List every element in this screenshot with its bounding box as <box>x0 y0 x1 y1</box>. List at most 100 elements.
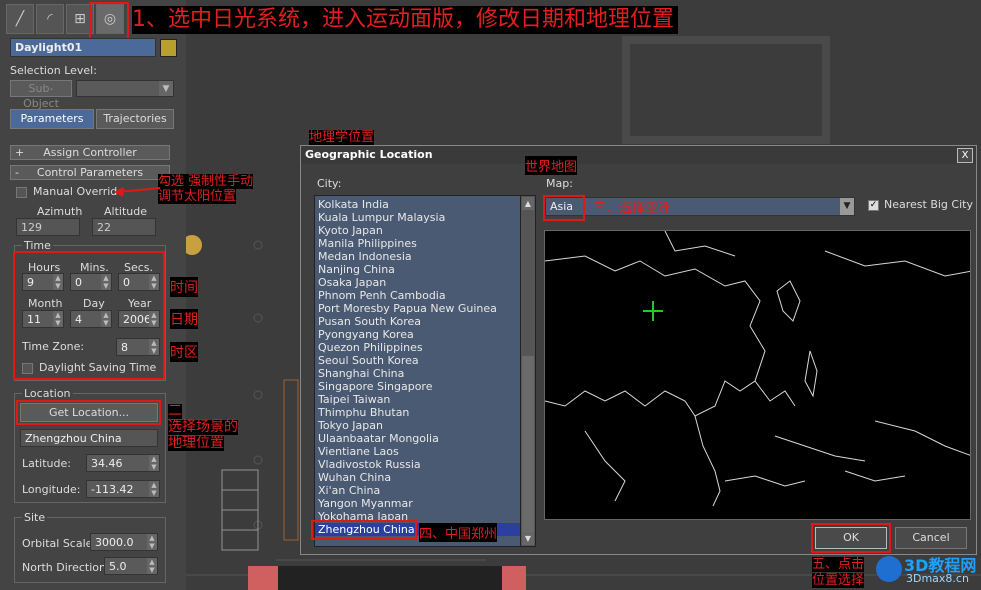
create-icon[interactable]: ╱ <box>6 4 34 34</box>
city-rows: Kolkata India Kuala Lumpur Malaysia Kyoto … <box>315 196 520 536</box>
sub-object-dropdown[interactable]: ▼ <box>76 80 174 97</box>
orbital-scale-spinner[interactable]: 3000.0 ▲ ▼ <box>90 533 158 551</box>
map-label: Map: <box>546 177 573 190</box>
annotation-date: 日期 <box>170 309 198 329</box>
annotation-step2-1: 二 <box>168 403 182 419</box>
spinner-arrows-icon[interactable]: ▲ ▼ <box>147 534 157 550</box>
watermark: 3D教程网 3Dmax8.cn <box>876 552 976 588</box>
city-list-item[interactable]: Kyoto Japan <box>315 224 520 237</box>
latitude-spinner[interactable]: 34.46 ▲ ▼ <box>86 454 160 472</box>
manual-override-label: Manual Override <box>33 185 125 198</box>
north-direction-label: North Direction: <box>22 561 110 574</box>
highlight-get-location <box>16 400 161 425</box>
latitude-label: Latitude: <box>22 457 71 470</box>
annotation-step2-3: 地理位置 <box>168 435 224 451</box>
city-list-item[interactable]: Port Moresby Papua New Guinea <box>315 302 520 315</box>
watermark-logo-icon <box>876 556 902 582</box>
manual-override-checkbox[interactable] <box>16 187 27 198</box>
city-list-item[interactable]: Phnom Penh Cambodia <box>315 289 520 302</box>
annotation-manual-1: 勾选 强制性手动 <box>158 174 254 189</box>
annotation-step2-2: 选择场景的 <box>168 419 238 435</box>
control-parameters-rollout[interactable]: - Control Parameters <box>10 165 170 180</box>
scroll-thumb[interactable] <box>522 356 534 532</box>
map-dropdown[interactable]: Asia ▼ <box>545 197 855 216</box>
command-panel: ╱ ◜ ⊞ ◎ Daylight01 Selection Level: Sub-… <box>0 0 186 590</box>
city-list-item[interactable]: Pyongyang Korea <box>315 328 520 341</box>
scroll-up-icon[interactable]: ▲ <box>522 197 534 210</box>
spinner-arrows-icon[interactable]: ▲ ▼ <box>149 455 159 471</box>
object-color-swatch[interactable] <box>160 39 177 57</box>
tab-parameters[interactable]: Parameters <box>10 109 94 129</box>
chevron-down-icon: ▼ <box>159 81 173 96</box>
assign-controller-rollout[interactable]: + Assign Controller <box>10 145 170 160</box>
nearest-city-checkbox[interactable]: ✓ <box>868 200 879 211</box>
spinner-arrows-icon[interactable]: ▲ ▼ <box>147 558 157 574</box>
object-name-field[interactable]: Daylight01 <box>10 38 156 57</box>
city-list-item[interactable]: Vientiane Laos <box>315 445 520 458</box>
city-list-item[interactable]: Taipei Taiwan <box>315 393 520 406</box>
city-list-scrollbar[interactable]: ▲ ▼ <box>520 196 535 546</box>
asia-map-outline <box>545 231 970 507</box>
longitude-label: Longitude: <box>22 483 81 496</box>
annotation-manual-2: 调节太阳位置 <box>158 189 237 204</box>
highlight-ok <box>811 523 891 553</box>
world-map[interactable] <box>544 230 971 520</box>
city-list-item[interactable]: Osaka Japan <box>315 276 520 289</box>
north-direction-value: 5.0 <box>109 560 127 573</box>
azimuth-label: Azimuth <box>37 205 83 218</box>
annotation-arrow-icon <box>114 187 161 197</box>
nearest-city-label: Nearest Big City <box>884 198 973 211</box>
city-list-item[interactable]: Shanghai China <box>315 367 520 380</box>
annotation-geo: 地理学位置 <box>309 130 375 145</box>
city-list[interactable]: Kolkata India Kuala Lumpur Malaysia Kyoto … <box>314 195 536 547</box>
altitude-label: Altitude <box>104 205 147 218</box>
city-list-item[interactable]: Kuala Lumpur Malaysia <box>315 211 520 224</box>
city-list-item[interactable]: Manila Philippines <box>315 237 520 250</box>
tab-trajectories[interactable]: Trajectories <box>96 109 174 129</box>
control-parameters-label: Control Parameters <box>36 166 144 179</box>
close-icon[interactable]: X <box>957 148 973 163</box>
annotation-zone: 时区 <box>170 342 198 362</box>
city-list-item[interactable]: Quezon Philippines <box>315 341 520 354</box>
city-list-item[interactable]: Wuhan China <box>315 471 520 484</box>
annotation-step5-1: 五、点击 <box>812 557 865 572</box>
annotation-step4: 四、中国郑州 <box>419 523 498 542</box>
city-list-item[interactable]: Tokyo Japan <box>315 419 520 432</box>
city-list-item[interactable]: Medan Indonesia <box>315 250 520 263</box>
city-label: City: <box>317 177 342 190</box>
sub-object-button[interactable]: Sub-Object <box>10 80 72 110</box>
geographic-location-dialog: Geographic Location X City: Kolkata Indi… <box>300 145 977 555</box>
spinner-arrows-icon[interactable]: ▲ ▼ <box>149 481 159 497</box>
annotation-step5-2: 位置选择 <box>812 573 865 588</box>
chevron-down-icon[interactable]: ▼ <box>840 198 854 215</box>
city-list-item[interactable]: Vladivostok Russia <box>315 458 520 471</box>
modify-icon[interactable]: ◜ <box>36 4 64 34</box>
city-list-item[interactable]: Nanjing China <box>315 263 520 276</box>
altitude-field: 22 <box>92 218 156 236</box>
city-list-item[interactable]: Seoul South Korea <box>315 354 520 367</box>
annotation-step1: 1、选中日光系统，进入运动面版，修改日期和地理位置 <box>132 6 678 34</box>
city-list-item[interactable]: Yangon Myanmar <box>315 497 520 510</box>
annotation-map: 世界地图 <box>525 156 578 175</box>
collapse-icon: - <box>15 166 19 179</box>
longitude-spinner[interactable]: -113.42 ▲ ▼ <box>86 480 160 498</box>
azimuth-field: 129 <box>16 218 80 236</box>
selection-level-label: Selection Level: <box>10 64 97 77</box>
highlight-selected-city <box>311 520 417 540</box>
cancel-button[interactable]: Cancel <box>895 527 967 549</box>
highlight-map-asia <box>543 195 585 221</box>
dialog-title: Geographic Location <box>301 146 976 164</box>
city-list-item[interactable]: Thimphu Bhutan <box>315 406 520 419</box>
annotation-time: 时间 <box>170 277 198 297</box>
watermark-url: 3Dmax8.cn <box>906 572 969 585</box>
city-list-item[interactable]: Pusan South Korea <box>315 315 520 328</box>
annotation-step3: 三、选择亚洲 <box>593 201 672 216</box>
city-list-item[interactable]: Ulaanbaatar Mongolia <box>315 432 520 445</box>
location-name-field: Zhengzhou China <box>20 429 158 447</box>
highlight-time-group <box>13 251 165 380</box>
city-list-item[interactable]: Xi'an China <box>315 484 520 497</box>
city-list-item[interactable]: Singapore Singapore <box>315 380 520 393</box>
city-list-item[interactable]: Kolkata India <box>315 198 520 211</box>
scroll-down-icon[interactable]: ▼ <box>522 532 534 545</box>
north-direction-spinner[interactable]: 5.0 ▲ ▼ <box>104 557 158 575</box>
